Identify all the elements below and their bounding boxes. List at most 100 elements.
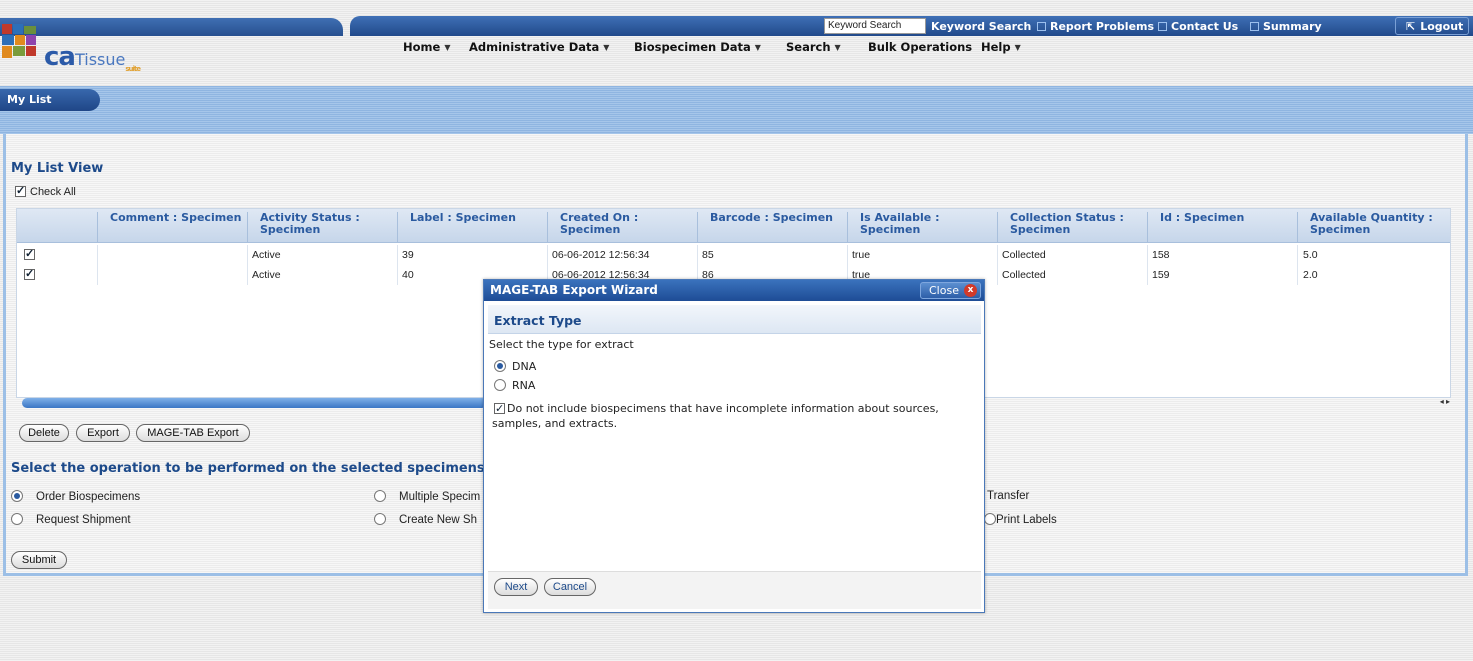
cell-label: 40 <box>402 269 414 281</box>
mage-tab-export-button[interactable]: MAGE-TAB Export <box>136 424 250 442</box>
nav-biospecimen-data[interactable]: Biospecimen Data ▼ <box>634 40 761 56</box>
keyword-search-link[interactable]: Keyword Search <box>931 20 1031 33</box>
logo-text: ca <box>44 42 76 72</box>
nav-home[interactable]: Home ▼ <box>403 40 450 56</box>
chevron-down-icon: ▼ <box>754 43 761 52</box>
cell-activity-status: Active <box>252 249 281 261</box>
dna-radio[interactable] <box>494 360 506 372</box>
request-shipment-label: Request Shipment <box>36 514 131 526</box>
column-header[interactable]: Created On : Specimen <box>547 212 697 242</box>
cell-barcode: 85 <box>702 249 714 261</box>
logout-label: Logout <box>1420 20 1464 33</box>
print-labels-radio[interactable] <box>984 513 996 525</box>
check-all-label: Check All <box>30 186 76 198</box>
summary-link[interactable]: Summary <box>1250 20 1322 33</box>
dialog-close-button[interactable]: Close x <box>920 282 981 299</box>
report-icon <box>1037 22 1046 31</box>
dialog-title: MAGE-TAB Export Wizard <box>490 283 658 297</box>
nav-help[interactable]: Help ▼ <box>981 40 1021 56</box>
scroll-arrows-icon[interactable]: ◂ ▸ <box>1418 397 1450 409</box>
row-checkbox[interactable] <box>24 267 35 280</box>
cell-collection-status: Collected <box>1002 269 1046 281</box>
dialog-title-bar: MAGE-TAB Export Wizard Close x <box>484 280 984 301</box>
logout-button[interactable]: ⇱ Logout <box>1395 17 1469 35</box>
exclude-incomplete-option[interactable]: Do not include biospecimens that have in… <box>492 401 979 431</box>
exclude-checkbox[interactable] <box>494 401 505 416</box>
check-all-checkbox[interactable] <box>15 184 26 197</box>
multiple-specimen-option[interactable]: Multiple Specim <box>374 490 480 503</box>
close-icon: x <box>964 284 977 297</box>
column-header[interactable]: Is Available : Specimen <box>847 212 997 242</box>
delete-button[interactable]: Delete <box>19 424 69 442</box>
page-title: My List View <box>11 161 104 176</box>
order-radio[interactable] <box>11 490 23 502</box>
table-row[interactable]: Active 39 06-06-2012 12:56:34 85 true Co… <box>17 245 1450 265</box>
exclude-label-line1: Do not include biospecimens that have in… <box>507 402 939 415</box>
extract-type-heading: Extract Type <box>488 305 981 334</box>
order-biospecimens-option[interactable]: Order Biospecimens <box>11 490 140 503</box>
shipment-radio[interactable] <box>11 513 23 525</box>
column-header[interactable]: Label : Specimen <box>397 212 547 242</box>
nav-bulk-label: Bulk Operations <box>868 40 973 54</box>
create-new-radio[interactable] <box>374 513 386 525</box>
column-header[interactable]: Barcode : Specimen <box>697 212 847 242</box>
contact-us-link[interactable]: Contact Us <box>1158 20 1238 33</box>
request-shipment-option[interactable]: Request Shipment <box>11 513 131 526</box>
nav-search[interactable]: Search ▼ <box>786 40 841 56</box>
cell-is-available: true <box>852 249 871 261</box>
summary-icon <box>1250 22 1259 31</box>
create-new-label: Create New Sh <box>399 514 477 526</box>
dialog-footer: Next Cancel <box>488 571 981 609</box>
keyword-search-input[interactable]: Keyword Search <box>824 18 926 34</box>
column-header[interactable]: Comment : Specimen <box>97 212 247 242</box>
create-new-shipment-option[interactable]: Create New Sh <box>374 513 477 526</box>
nav-admin-label: Administrative Data <box>469 40 600 54</box>
check-all[interactable]: Check All <box>15 184 76 198</box>
rna-option[interactable]: RNA <box>494 379 535 392</box>
logout-icon: ⇱ <box>1406 20 1416 33</box>
cell-id: 159 <box>1152 269 1170 281</box>
multiple-label: Multiple Specim <box>399 491 481 503</box>
exclude-label-line2: samples, and extracts. <box>492 417 618 430</box>
cell-created-on: 06-06-2012 12:56:34 <box>552 249 650 261</box>
nav-home-label: Home <box>403 40 441 54</box>
mage-tab-export-dialog: MAGE-TAB Export Wizard Close x Extract T… <box>483 279 985 613</box>
mail-icon <box>1158 22 1167 31</box>
nav-biospecimen-label: Biospecimen Data <box>634 40 751 54</box>
chevron-down-icon: ▼ <box>444 43 451 52</box>
cell-available-quantity: 2.0 <box>1303 269 1318 281</box>
order-label: Order Biospecimens <box>36 491 141 503</box>
print-labels-label: Print Labels <box>996 514 1057 526</box>
chevron-down-icon: ▼ <box>1014 43 1021 52</box>
export-button[interactable]: Export <box>76 424 130 442</box>
report-problems-link[interactable]: Report Problems <box>1037 20 1154 33</box>
multiple-radio[interactable] <box>374 490 386 502</box>
nav-bulk-operations[interactable]: Bulk Operations <box>868 40 972 56</box>
nav-help-label: Help <box>981 40 1011 54</box>
print-labels-option[interactable]: Print Labels <box>984 513 1057 526</box>
contact-us-label: Contact Us <box>1171 20 1239 33</box>
transfer-option[interactable]: Transfer <box>987 490 1029 502</box>
submit-button[interactable]: Submit <box>11 551 67 569</box>
my-list-tab[interactable]: My List <box>0 89 100 111</box>
scrollbar-thumb[interactable] <box>22 398 487 408</box>
cell-label: 39 <box>402 249 414 261</box>
next-button[interactable]: Next <box>494 578 538 596</box>
dna-option[interactable]: DNA <box>494 360 536 373</box>
row-checkbox[interactable] <box>24 247 35 260</box>
nav-administrative-data[interactable]: Administrative Data ▼ <box>469 40 609 56</box>
nav-search-label: Search <box>786 40 831 54</box>
operation-section-title: Select the operation to be performed on … <box>11 461 534 476</box>
rna-radio[interactable] <box>494 379 506 391</box>
chevron-down-icon: ▼ <box>603 43 610 52</box>
logo-suite: suite <box>125 65 141 74</box>
summary-label: Summary <box>1263 20 1322 33</box>
catissue-logo[interactable]: caTissuesuite <box>0 20 160 73</box>
cell-available-quantity: 5.0 <box>1303 249 1318 261</box>
column-header[interactable]: Id : Specimen <box>1147 212 1297 242</box>
column-header[interactable]: Activity Status : Specimen <box>247 212 397 242</box>
cancel-button[interactable]: Cancel <box>544 578 596 596</box>
column-header[interactable]: Collection Status : Specimen <box>997 212 1147 242</box>
rna-label: RNA <box>512 379 536 392</box>
column-header[interactable]: Available Quantity : Specimen <box>1297 212 1447 242</box>
